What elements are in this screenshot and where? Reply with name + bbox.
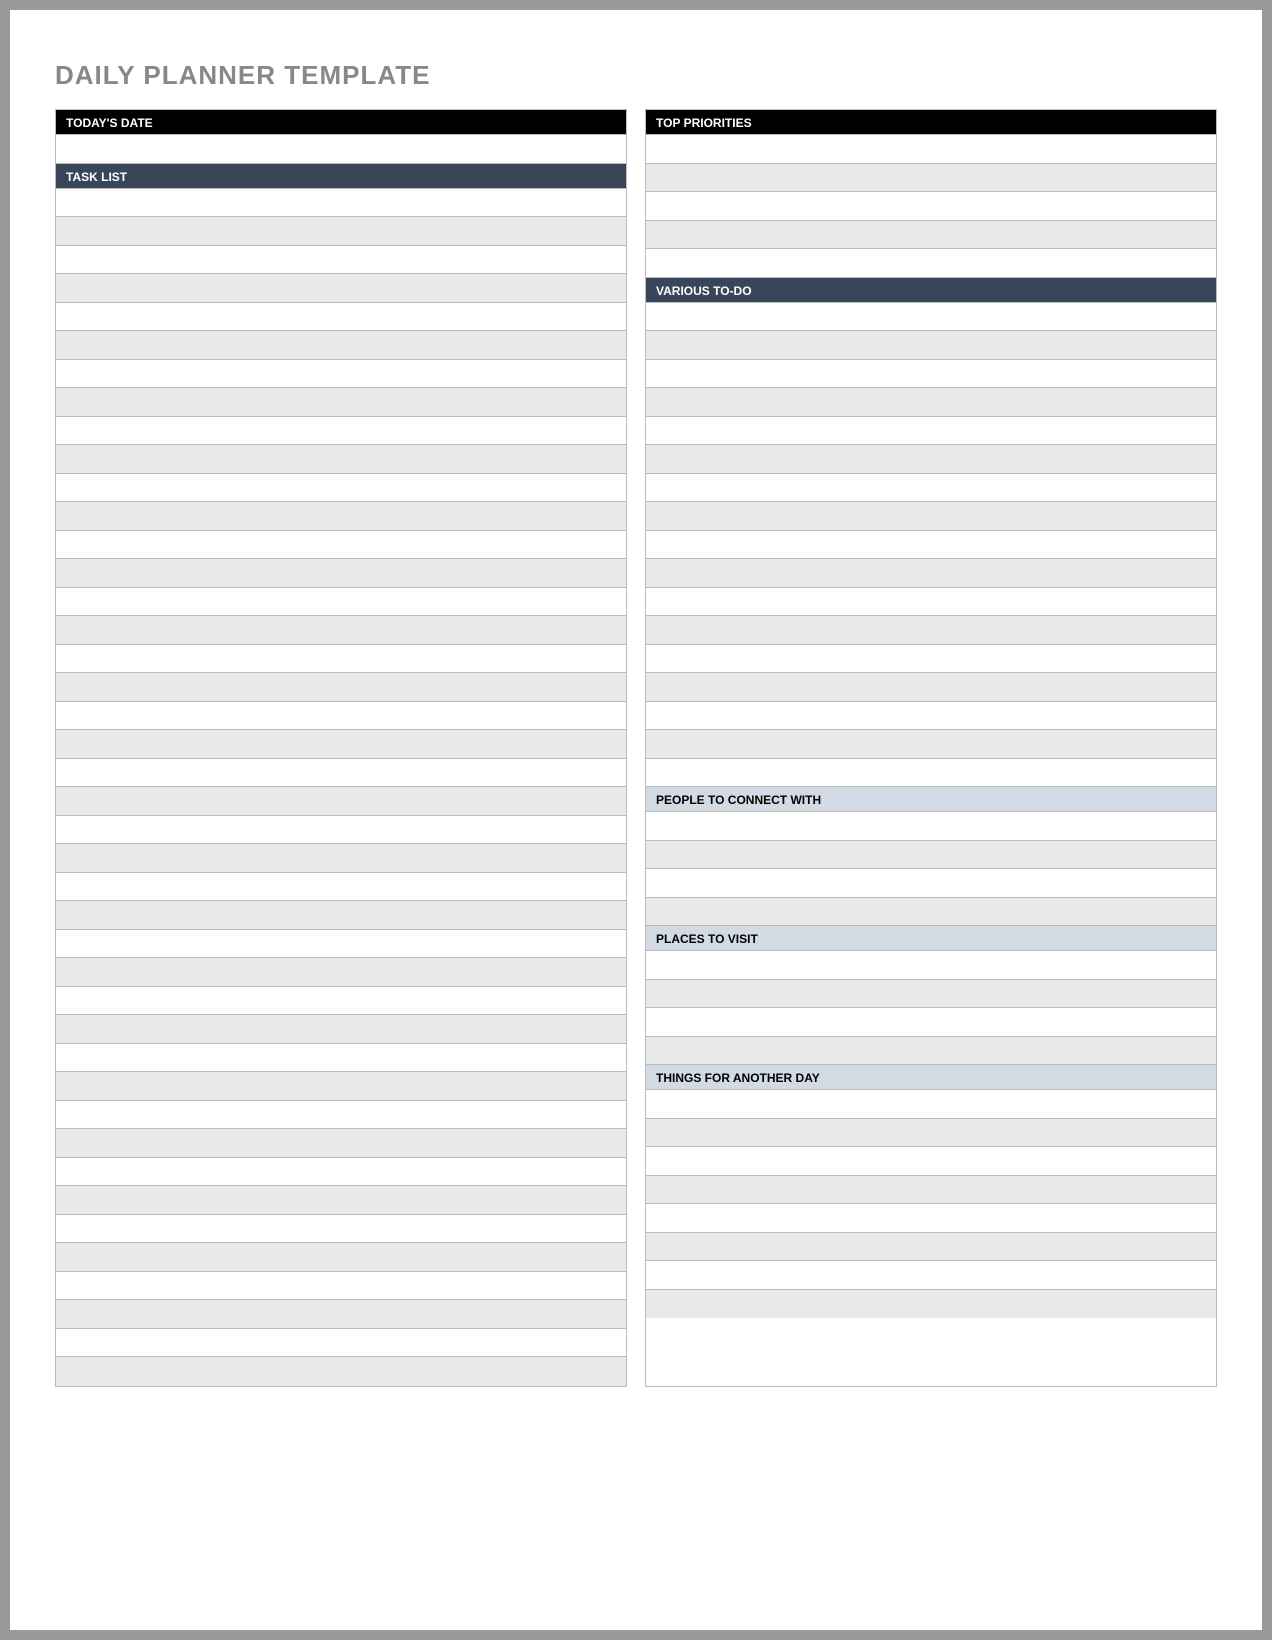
- todo-row[interactable]: [646, 474, 1216, 503]
- task-row[interactable]: [56, 360, 626, 389]
- task-row[interactable]: [56, 274, 626, 303]
- todo-row[interactable]: [646, 759, 1216, 788]
- todo-row[interactable]: [646, 303, 1216, 332]
- task-row[interactable]: [56, 645, 626, 674]
- another-day-row[interactable]: [646, 1090, 1216, 1119]
- task-row[interactable]: [56, 246, 626, 275]
- places-to-visit-header: PLACES TO VISIT: [646, 926, 1216, 951]
- places-row[interactable]: [646, 1008, 1216, 1037]
- priority-row[interactable]: [646, 192, 1216, 221]
- task-row[interactable]: [56, 673, 626, 702]
- task-row[interactable]: [56, 816, 626, 845]
- people-row[interactable]: [646, 841, 1216, 870]
- task-row[interactable]: [56, 958, 626, 987]
- right-column: TOP PRIORITIES VARIOUS TO-DO PEOPL: [645, 109, 1217, 1387]
- priority-row[interactable]: [646, 221, 1216, 250]
- task-row[interactable]: [56, 588, 626, 617]
- people-to-connect-header: PEOPLE TO CONNECT WITH: [646, 787, 1216, 812]
- task-row[interactable]: [56, 474, 626, 503]
- task-row[interactable]: [56, 189, 626, 218]
- task-row[interactable]: [56, 1015, 626, 1044]
- priority-row[interactable]: [646, 249, 1216, 278]
- priority-row[interactable]: [646, 164, 1216, 193]
- task-row[interactable]: [56, 1101, 626, 1130]
- another-day-row[interactable]: [646, 1119, 1216, 1148]
- another-day-row[interactable]: [646, 1147, 1216, 1176]
- task-row[interactable]: [56, 616, 626, 645]
- task-row[interactable]: [56, 1072, 626, 1101]
- another-day-row[interactable]: [646, 1261, 1216, 1290]
- date-input-row[interactable]: [56, 135, 626, 164]
- page-title: DAILY PLANNER TEMPLATE: [55, 60, 1217, 91]
- task-row[interactable]: [56, 1129, 626, 1158]
- todo-row[interactable]: [646, 445, 1216, 474]
- task-row[interactable]: [56, 844, 626, 873]
- task-row[interactable]: [56, 787, 626, 816]
- todays-date-header: TODAY'S DATE: [56, 110, 626, 135]
- todo-row[interactable]: [646, 673, 1216, 702]
- todo-row[interactable]: [646, 588, 1216, 617]
- todo-row[interactable]: [646, 616, 1216, 645]
- task-row[interactable]: [56, 1215, 626, 1244]
- people-row[interactable]: [646, 812, 1216, 841]
- task-row[interactable]: [56, 730, 626, 759]
- task-row[interactable]: [56, 1272, 626, 1301]
- task-row[interactable]: [56, 702, 626, 731]
- task-list-header: TASK LIST: [56, 164, 626, 189]
- todo-row[interactable]: [646, 645, 1216, 674]
- places-row[interactable]: [646, 980, 1216, 1009]
- task-row[interactable]: [56, 1158, 626, 1187]
- task-row[interactable]: [56, 901, 626, 930]
- various-todo-header: VARIOUS TO-DO: [646, 278, 1216, 303]
- task-row[interactable]: [56, 1186, 626, 1215]
- todo-row[interactable]: [646, 531, 1216, 560]
- left-column: TODAY'S DATE TASK LIST: [55, 109, 627, 1387]
- task-row[interactable]: [56, 1044, 626, 1073]
- another-day-row[interactable]: [646, 1233, 1216, 1262]
- top-priorities-header: TOP PRIORITIES: [646, 110, 1216, 135]
- todo-row[interactable]: [646, 559, 1216, 588]
- todo-row[interactable]: [646, 730, 1216, 759]
- todo-row[interactable]: [646, 702, 1216, 731]
- todo-row[interactable]: [646, 360, 1216, 389]
- another-day-row[interactable]: [646, 1204, 1216, 1233]
- task-row[interactable]: [56, 445, 626, 474]
- task-row[interactable]: [56, 217, 626, 246]
- priority-row[interactable]: [646, 135, 1216, 164]
- another-day-row[interactable]: [646, 1290, 1216, 1319]
- places-row[interactable]: [646, 1037, 1216, 1066]
- task-row[interactable]: [56, 1243, 626, 1272]
- task-row[interactable]: [56, 531, 626, 560]
- task-row[interactable]: [56, 873, 626, 902]
- task-row[interactable]: [56, 388, 626, 417]
- columns-container: TODAY'S DATE TASK LIST: [55, 109, 1217, 1387]
- another-day-row[interactable]: [646, 1176, 1216, 1205]
- task-row[interactable]: [56, 559, 626, 588]
- task-row[interactable]: [56, 759, 626, 788]
- task-row[interactable]: [56, 1300, 626, 1329]
- task-row[interactable]: [56, 930, 626, 959]
- task-row[interactable]: [56, 417, 626, 446]
- todo-row[interactable]: [646, 388, 1216, 417]
- task-row[interactable]: [56, 987, 626, 1016]
- task-row[interactable]: [56, 331, 626, 360]
- todo-row[interactable]: [646, 502, 1216, 531]
- task-row[interactable]: [56, 1329, 626, 1358]
- planner-page: DAILY PLANNER TEMPLATE TODAY'S DATE TASK…: [10, 10, 1262, 1630]
- people-row[interactable]: [646, 869, 1216, 898]
- things-for-another-day-header: THINGS FOR ANOTHER DAY: [646, 1065, 1216, 1090]
- places-row[interactable]: [646, 951, 1216, 980]
- people-row[interactable]: [646, 898, 1216, 927]
- task-row[interactable]: [56, 303, 626, 332]
- todo-row[interactable]: [646, 417, 1216, 446]
- task-row[interactable]: [56, 1357, 626, 1386]
- task-row[interactable]: [56, 502, 626, 531]
- todo-row[interactable]: [646, 331, 1216, 360]
